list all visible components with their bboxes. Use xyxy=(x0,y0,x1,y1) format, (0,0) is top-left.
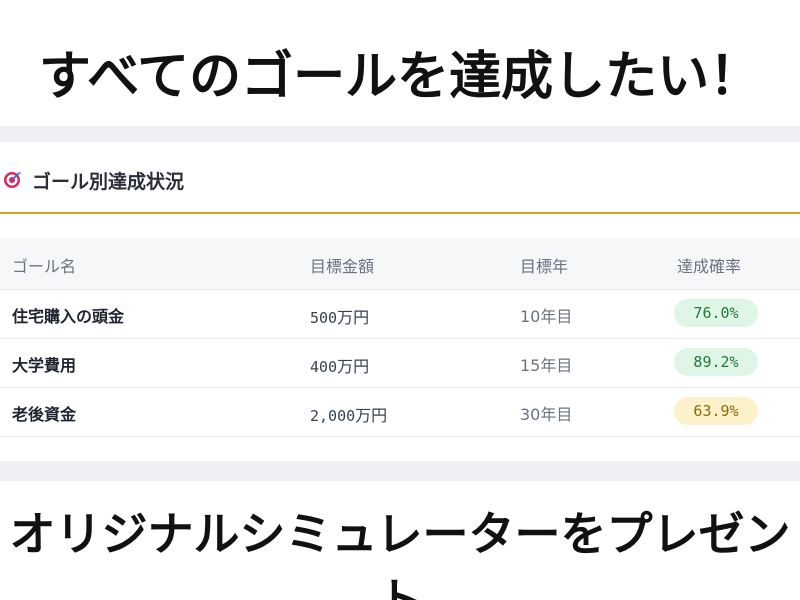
target-amount-number: 400 xyxy=(310,358,338,376)
probability-badge: 63.9% xyxy=(674,397,758,425)
target-amount: 2,000万円 xyxy=(310,402,387,426)
target-amount-unit: 万円 xyxy=(337,308,370,327)
goal-name: 大学費用 xyxy=(12,356,77,375)
target-year: 15年目 xyxy=(520,356,573,375)
probability-badge: 76.0% xyxy=(674,299,758,327)
target-year: 10年目 xyxy=(520,307,573,326)
column-header-target-amount: 目標金額 xyxy=(310,257,375,276)
target-amount: 500万円 xyxy=(310,304,369,328)
probability-badge: 89.2% xyxy=(674,348,758,376)
headline: すべてのゴールを達成したい！ xyxy=(38,47,762,107)
target-amount-number: 500 xyxy=(310,309,338,327)
top-band xyxy=(0,126,800,142)
target-year: 30年目 xyxy=(520,405,573,424)
card-header: ゴール別達成状況 xyxy=(0,142,800,214)
target-amount-unit: 万円 xyxy=(337,357,370,376)
target-amount-number: 2,000 xyxy=(310,407,356,425)
page: すべてのゴールを達成したい！ ゴール別達成状況 ゴール名 目標金額 目標年 達成… xyxy=(0,0,800,600)
bottom-band xyxy=(0,461,800,481)
goal-name: 老後資金 xyxy=(12,405,77,424)
column-header-target-year: 目標年 xyxy=(520,257,569,276)
target-icon xyxy=(3,171,21,189)
column-header-achievement-rate: 達成確率 xyxy=(677,257,742,276)
table-row: 老後資金 2,000万円 30年目 63.9% xyxy=(0,388,800,437)
target-amount: 400万円 xyxy=(310,353,369,377)
card-title: ゴール別達成状況 xyxy=(32,171,185,193)
footer-caption: オリジナルシミュレーターをプレゼント xyxy=(9,507,791,600)
column-header-goal-name: ゴール名 xyxy=(12,257,77,276)
table-header: ゴール名 目標金額 目標年 達成確率 xyxy=(0,238,800,290)
target-amount-unit: 万円 xyxy=(355,406,388,425)
goal-status-card: ゴール別達成状況 ゴール名 目標金額 目標年 達成確率 住宅購入の頭金 500万… xyxy=(0,142,800,461)
goal-name: 住宅購入の頭金 xyxy=(12,307,125,326)
table-row: 大学費用 400万円 15年目 89.2% xyxy=(0,339,800,388)
table-row: 住宅購入の頭金 500万円 10年目 76.0% xyxy=(0,290,800,339)
